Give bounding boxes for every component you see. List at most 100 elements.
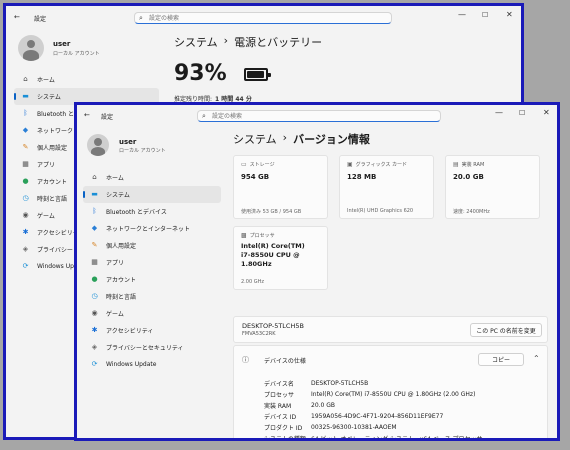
sidebar-item[interactable]: ✎ 個人用設定 [83,237,221,254]
home-icon: ⌂ [23,75,28,83]
storage-value: 954 GB [241,173,270,181]
search-box[interactable]: ⌕ [197,110,441,122]
spec-row: システムの種類 64 ビット オペレーティング システム、x64 ベース プロセッ… [264,433,544,441]
spec-value: 64 ビット オペレーティング システム、x64 ベース プロセッサ [311,436,483,441]
network-icon: ◆ [22,126,29,134]
rename-pc-button[interactable]: この PC の名前を変更 [470,323,542,337]
close-button[interactable]: ✕ [543,108,550,118]
graphics-title: グラフィックス カード [355,162,408,168]
accounts-icon: ● [91,275,98,283]
privacy-icon: ◈ [22,245,29,253]
spec-value: 20.0 GB [311,402,336,409]
breadcrumb: システム › 電源とバッテリー [174,34,322,50]
minimize-button[interactable]: — [458,10,466,20]
sidebar-item[interactable]: ◆ ネットワークとインターネット [83,220,221,237]
sidebar-item-label: 時刻と言語 [37,196,68,203]
processor-card[interactable]: ▩ プロセッサ Intel(R) Core(TM) i7-8550U CPU @ … [233,226,328,290]
back-arrow-icon[interactable]: ← [14,12,20,22]
storage-sub: 使用済み 53 GB / 954 GB [241,209,302,215]
sidebar-item-label: ゲーム [37,213,55,220]
device-name: DESKTOP-5TLCH5B [242,322,304,330]
sidebar-item[interactable]: ● アカウント [83,271,221,288]
sidebar-item[interactable]: ▦ アプリ [83,254,221,271]
breadcrumb-separator: › [282,131,288,144]
app-title: 設定 [101,114,114,121]
sidebar-item[interactable]: ᛒ Bluetooth とデバイス [83,203,221,220]
graphics-card[interactable]: ▣ グラフィックス カード 128 MB Intel(R) UHD Graphic… [339,155,434,219]
spec-key: 実装 RAM [264,403,292,410]
sidebar-item-label: アクセシビリティ [106,328,154,335]
sidebar-item[interactable]: ◉ ゲーム [83,305,221,322]
storage-card[interactable]: ▭ ストレージ 954 GB 使用済み 53 GB / 954 GB [233,155,328,219]
user-name: user [119,138,137,146]
storage-icon: ▭ [241,161,247,168]
ram-card[interactable]: ▤ 実装 RAM 20.0 GB 速度: 2400MHz [445,155,540,219]
spec-key: プロダクト ID [264,425,303,432]
spec-row: プロダクト ID 00325-96300-10381-AAOEM [264,422,544,433]
battery-icon [244,68,271,81]
bluetooth-icon: ᛒ [92,207,97,215]
gaming-icon: ◉ [91,309,98,317]
windows-update-icon: ⟳ [22,262,29,270]
apps-icon: ▦ [22,160,29,168]
home-icon: ⌂ [92,173,97,181]
sidebar-item[interactable]: ⌂ ホーム [83,169,221,186]
sidebar-item[interactable]: ◷ 時刻と言語 [83,288,221,305]
breadcrumb-parent[interactable]: システム [174,34,218,50]
search-box[interactable]: ⌕ [134,12,392,24]
sidebar-item-label: アプリ [37,162,56,169]
copy-button[interactable]: コピー [478,353,524,366]
sidebar-item-label: 個人用設定 [106,243,137,250]
sidebar-item-label: ゲーム [106,311,124,318]
sidebar-item[interactable]: ◈ プライバシーとセキュリティ [83,339,221,356]
sidebar-item[interactable]: ⌂ ホーム [14,71,159,88]
spec-list: デバイス名 DESKTOP-5TLCH5B プロセッサ Intel(R) Core(T… [264,378,544,441]
accessibility-icon: ✱ [22,228,29,236]
close-button[interactable]: ✕ [506,10,513,20]
breadcrumb-parent[interactable]: システム [233,131,277,147]
spec-row: プロセッサ Intel(R) Core(TM) i7-8550U CPU @ 1.… [264,389,544,400]
account-type: ローカル アカウント [53,51,100,57]
spec-value: DESKTOP-5TLCH5B [311,380,369,387]
network-icon: ◆ [91,224,98,232]
search-input[interactable] [149,14,299,23]
sidebar-item-label: 個人用設定 [37,145,68,152]
spec-row: 実装 RAM 20.0 GB [264,400,544,411]
device-model: FMVA53C2RK [242,331,276,337]
back-arrow-icon[interactable]: ← [84,110,90,120]
sidebar-item-label: システム [37,94,61,101]
processor-value-line: 1.80GHz [241,260,272,268]
sidebar-item-label: システム [106,192,130,199]
maximize-button[interactable]: ☐ [482,10,488,20]
processor-value-line: i7-8550U CPU @ [241,251,300,259]
spec-value: Intel(R) Core(TM) i7-8550U CPU @ 1.80GHz… [311,391,476,398]
maximize-button[interactable]: ☐ [519,108,525,118]
graphics-sub: Intel(R) UHD Graphics 620 [347,208,414,214]
ram-icon: ▤ [453,161,459,168]
ram-title: 実装 RAM [461,162,485,168]
sidebar-item-label: ホーム [106,175,124,182]
sidebar-item[interactable]: ⟳ Windows Update [83,356,221,373]
sidebar-item-label: アカウント [106,277,137,284]
time-language-icon: ◷ [91,292,98,300]
spec-key: システムの種類 [264,436,306,441]
avatar[interactable] [87,134,109,156]
minimize-button[interactable]: — [495,108,503,118]
graphics-icon: ▣ [347,161,353,168]
chevron-up-icon[interactable]: ⌃ [533,354,540,363]
device-spec-panel: ⓘ デバイスの仕様 コピー ⌃ デバイス名 DESKTOP-5TLCH5B プロセッ… [233,345,548,441]
sidebar-item[interactable]: ✱ アクセシビリティ [83,322,221,339]
sidebar-item[interactable]: ▬ システム [83,186,221,203]
search-input[interactable] [212,112,362,121]
breadcrumb-current: 電源とバッテリー [234,36,323,49]
apps-icon: ▦ [91,258,98,266]
processor-value: Intel(R) Core(TM) i7-8550U CPU @ 1.80GHz [241,242,305,269]
avatar[interactable] [18,35,44,61]
search-icon: ⌕ [139,14,143,22]
bluetooth-icon: ᛒ [23,109,28,117]
time-language-icon: ◷ [22,194,29,202]
user-name: user [53,40,71,48]
ram-value: 20.0 GB [453,173,484,181]
graphics-value: 128 MB [347,173,377,181]
storage-title: ストレージ [249,162,275,168]
